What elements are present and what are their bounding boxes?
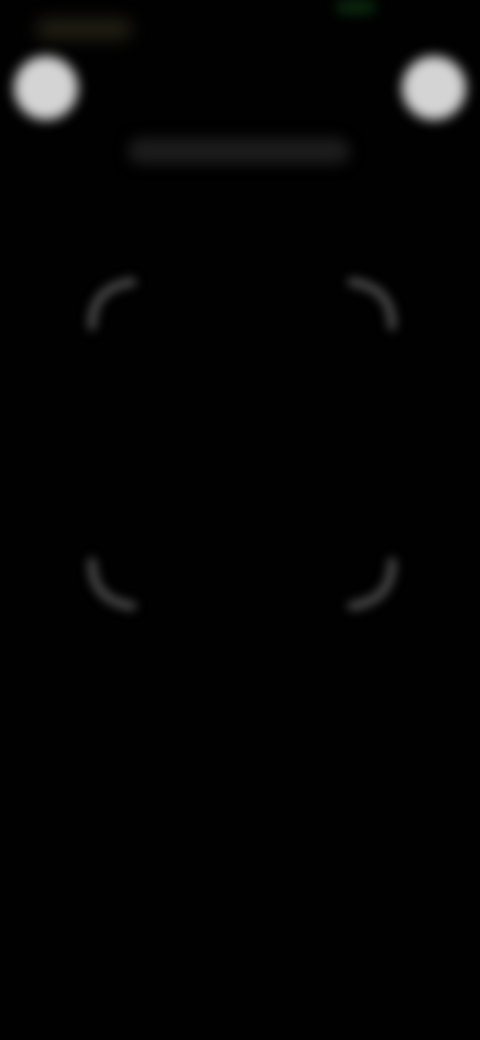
left-round-button[interactable] (14, 56, 78, 120)
status-indicator (336, 0, 376, 14)
corner-top-right-icon (342, 268, 406, 332)
status-time-blur (36, 18, 132, 40)
title-placeholder (128, 138, 350, 164)
corner-top-left-icon (78, 268, 142, 332)
corner-bottom-left-icon (78, 556, 142, 620)
right-round-button[interactable] (402, 56, 466, 120)
corner-bottom-right-icon (342, 556, 406, 620)
camera-screen (0, 0, 480, 1040)
scan-frame (78, 268, 406, 620)
status-bar (0, 0, 480, 44)
